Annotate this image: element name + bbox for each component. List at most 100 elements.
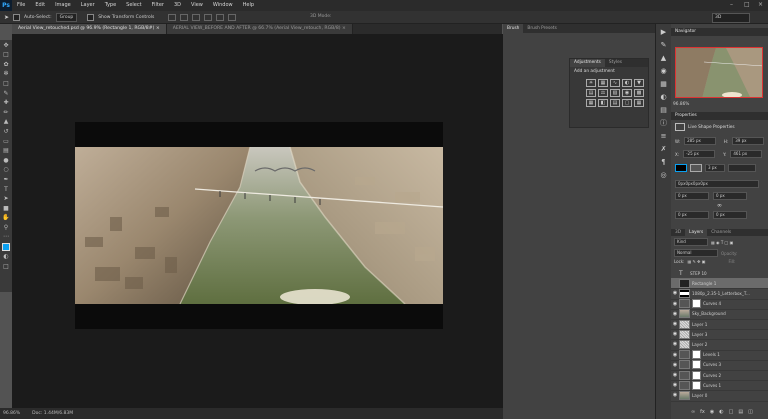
menu-layer[interactable]: Layer (76, 0, 100, 11)
transform-controls-checkbox[interactable] (87, 13, 95, 21)
link-layers-icon[interactable]: ∞ (691, 409, 695, 417)
height-field[interactable]: 39 px (732, 137, 764, 145)
auto-select-dropdown[interactable]: Group (55, 12, 78, 22)
more-tools-icon[interactable]: ⋯ (2, 233, 10, 241)
vibrance-icon[interactable]: ▼ (634, 79, 644, 87)
navigator-zoom[interactable]: 96.86% (673, 102, 689, 107)
brightness-icon[interactable]: ☀ (586, 79, 596, 87)
curves-icon[interactable]: ∿ (610, 79, 620, 87)
gradient-map-icon[interactable]: ▦ (634, 99, 644, 107)
menu-help[interactable]: Help (238, 0, 259, 11)
foreground-color-swatch[interactable] (2, 243, 10, 252)
align-right-icon[interactable] (228, 13, 237, 21)
threshold-icon[interactable]: ▢ (622, 99, 632, 107)
history-brush-icon[interactable]: ↺ (2, 128, 10, 136)
hue-saturation-icon[interactable]: ▤ (586, 89, 596, 97)
channel-mixer-icon[interactable]: ▩ (634, 89, 644, 97)
eye-icon[interactable]: ◉ (671, 341, 679, 347)
y-field[interactable]: 461 px (730, 150, 763, 158)
workspace-dropdown[interactable]: 3D (712, 13, 750, 23)
corner-bottom-left[interactable]: 0 px (675, 211, 709, 219)
dodge-icon[interactable]: ○ (2, 166, 10, 174)
align-center-icon[interactable] (216, 13, 225, 21)
tools-settings-icon[interactable]: ✗ (659, 144, 669, 154)
tab-brush[interactable]: Brush (503, 24, 524, 33)
tab-aerial-before-after[interactable]: AERIAL VIEW_BEFORE AND AFTER @ 66.7% (Ae… (166, 24, 353, 34)
rectangle-icon[interactable]: ■ (2, 205, 10, 213)
menu-view[interactable]: View (186, 0, 208, 11)
tab-brush-presets[interactable]: Brush Presets (523, 24, 560, 33)
link-corners-icon[interactable]: ∞ (671, 202, 768, 210)
eye-icon[interactable]: ◉ (671, 352, 679, 358)
corner-top-left[interactable]: 0 px (675, 192, 709, 200)
eye-icon[interactable]: ◉ (671, 362, 679, 368)
close-icon[interactable]: × (758, 2, 764, 8)
screen-mode-icon[interactable]: □ (2, 263, 10, 271)
healing-brush-icon[interactable]: ✚ (2, 99, 10, 107)
menu-type[interactable]: Type (100, 0, 121, 11)
align-top-icon[interactable] (168, 13, 177, 21)
pen-icon[interactable]: ✒ (2, 176, 10, 184)
adjustments-panel-icon[interactable]: ◐ (659, 92, 669, 102)
new-layer-icon[interactable]: ▤ (738, 409, 743, 417)
menu-window[interactable]: Window (208, 0, 238, 11)
eye-icon[interactable]: ◉ (671, 321, 679, 327)
delete-layer-icon[interactable]: ◫ (748, 409, 753, 417)
history-icon[interactable]: ▤ (659, 105, 669, 115)
color-wheel-icon[interactable]: ◉ (659, 66, 669, 76)
color-balance-icon[interactable]: ⚖ (598, 89, 608, 97)
eye-icon[interactable]: ◉ (671, 392, 679, 398)
tab-styles[interactable]: Styles (605, 59, 626, 67)
x-field[interactable]: -25 px (683, 150, 716, 158)
align-middle-icon[interactable] (180, 13, 189, 21)
zoom-level[interactable]: 96.86% (3, 411, 20, 416)
add-mask-icon[interactable]: ◉ (710, 409, 714, 417)
menu-select[interactable]: Select (121, 0, 146, 11)
tab-adjustments[interactable]: Adjustments (570, 59, 605, 67)
brush-panel-icon[interactable]: ✎ (659, 40, 669, 50)
minimize-icon[interactable]: – (730, 2, 736, 8)
type-icon[interactable]: T (2, 186, 10, 194)
crop-icon[interactable]: □ (2, 80, 10, 88)
fill-swatch[interactable] (675, 164, 687, 172)
eye-icon[interactable]: ◉ (671, 331, 679, 337)
new-group-icon[interactable]: □ (729, 409, 734, 417)
clone-stamp-icon[interactable]: ▲ (2, 118, 10, 126)
lasso-icon[interactable]: ✿ (2, 61, 10, 69)
eye-icon[interactable]: ◉ (671, 311, 679, 317)
stroke-swatch[interactable] (690, 164, 702, 172)
black-white-icon[interactable]: ▧ (610, 89, 620, 97)
photo-filter-icon[interactable]: ◉ (622, 89, 632, 97)
stroke-width-field[interactable]: 3 px (705, 164, 725, 172)
blend-mode-dropdown[interactable]: Normal (674, 249, 718, 257)
menu-file[interactable]: File (12, 0, 30, 11)
eye-icon[interactable]: ◉ (671, 290, 679, 296)
brush-icon[interactable]: ✏ (2, 109, 10, 117)
stroke-style-dropdown[interactable] (728, 164, 756, 172)
properties-title[interactable]: Properties (671, 112, 768, 120)
corner-bottom-right[interactable]: 0 px (713, 211, 747, 219)
marquee-icon[interactable]: □ (2, 51, 10, 59)
tab-3d[interactable]: 3D (671, 229, 685, 236)
corner-top-right[interactable]: 0 px (713, 192, 747, 200)
fx-icon[interactable]: fx (700, 409, 705, 417)
clone-source-icon[interactable]: ▲ (659, 53, 669, 63)
character-icon[interactable]: ¶ (659, 157, 669, 167)
tab-layers[interactable]: Layers (685, 229, 708, 236)
restore-icon[interactable]: □ (744, 2, 750, 8)
color-lookup-icon[interactable]: ▦ (586, 99, 596, 107)
tab-channels[interactable]: Channels (707, 229, 735, 236)
document-canvas[interactable] (75, 122, 443, 329)
tab-aerial-view-retouched[interactable]: Aerial View_retouched.psd @ 96.9% (Recta… (12, 24, 167, 34)
play-icon[interactable]: ▶ (659, 27, 669, 37)
navigator-title[interactable]: Navigator (671, 28, 768, 36)
eyedropper-icon[interactable]: ✎ (2, 90, 10, 98)
blur-icon[interactable]: ● (2, 157, 10, 165)
eye-icon[interactable]: ◉ (671, 382, 679, 388)
paths-icon[interactable]: ◎ (659, 170, 669, 180)
path-select-icon[interactable]: ➤ (2, 195, 10, 203)
posterize-icon[interactable]: ▤ (610, 99, 620, 107)
move-tool-icon[interactable]: ➤ (4, 14, 9, 21)
canvas-area[interactable] (12, 34, 503, 408)
align-left-icon[interactable] (204, 13, 213, 21)
